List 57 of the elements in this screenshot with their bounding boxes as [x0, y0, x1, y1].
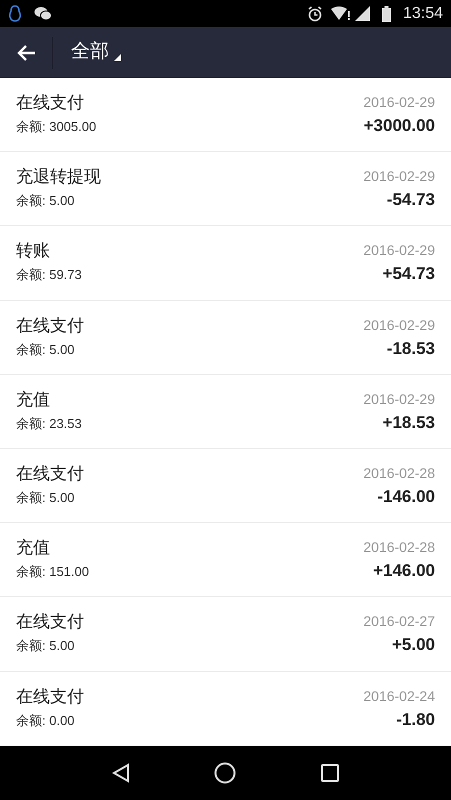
balance-text: 余额: 5.00 — [16, 488, 76, 507]
transaction-date: 2016-02-28 — [363, 538, 435, 558]
transaction-amount: +54.73 — [382, 263, 435, 286]
transaction-date: 2016-02-29 — [363, 390, 435, 409]
balance-text: 余额: 59.73 — [16, 266, 82, 284]
transaction-date: 2016-02-29 — [363, 316, 435, 335]
transaction-date: 2016-02-29 — [363, 167, 435, 186]
transaction-type: 在线支付 — [16, 314, 84, 337]
recents-nav-icon[interactable] — [320, 764, 339, 782]
balance-text: 余额: 0.00 — [16, 712, 76, 730]
transaction-date: 2016-02-27 — [363, 612, 435, 632]
transaction-amount: +5.00 — [392, 634, 435, 656]
back-arrow-icon — [16, 44, 36, 62]
back-nav-icon[interactable] — [112, 763, 130, 783]
transaction-amount: +18.53 — [382, 412, 435, 434]
transaction-amount: +3000.00 — [364, 115, 435, 137]
transaction-row[interactable]: 充值 余额: 151.00 2016-02-28 +146.00 — [0, 523, 451, 598]
balance-text: 余额: 151.00 — [16, 563, 89, 582]
balance-text: 余额: 23.53 — [16, 414, 82, 433]
transaction-amount: -54.73 — [386, 189, 435, 212]
transaction-row[interactable]: 在线支付 余额: 5.00 2016-02-29 -18.53 — [0, 300, 451, 375]
transaction-type: 充退转提现 — [16, 166, 101, 188]
transaction-amount: -18.53 — [386, 338, 435, 360]
battery-icon — [382, 6, 391, 22]
transaction-amount: -146.00 — [377, 486, 435, 508]
transaction-date: 2016-02-29 — [363, 93, 435, 112]
transaction-amount: +146.00 — [373, 560, 435, 582]
transaction-date: 2016-02-24 — [363, 686, 435, 706]
status-time: 13:54 — [402, 4, 443, 24]
wifi-icon — [330, 6, 351, 21]
transaction-row[interactable]: 在线支付 余额: 5.00 2016-02-27 +5.00 — [0, 597, 451, 672]
transaction-type: 在线支付 — [16, 462, 84, 485]
balance-text: 余额: 5.00 — [16, 637, 76, 656]
transaction-type: 充值 — [16, 388, 51, 411]
home-nav-icon[interactable] — [214, 762, 236, 784]
penguin-icon — [8, 5, 22, 22]
transaction-row[interactable]: 充值 余额: 23.53 2016-02-29 +18.53 — [0, 374, 451, 449]
transaction-row[interactable]: 在线支付 余额: 5.00 2016-02-28 -146.00 — [0, 448, 451, 524]
alarm-icon — [306, 6, 323, 22]
chat-bubbles-icon — [34, 6, 52, 21]
transaction-amount: -1.80 — [396, 708, 435, 730]
transaction-row[interactable]: 充退转提现 余额: 5.00 2016-02-29 -54.73 — [0, 152, 451, 226]
transaction-type: 在线支付 — [16, 92, 85, 114]
transaction-row[interactable]: 转账 余额: 59.73 2016-02-29 +54.73 — [0, 226, 451, 301]
transaction-date: 2016-02-28 — [363, 464, 435, 483]
signal-icon — [354, 6, 370, 21]
transaction-row[interactable]: 在线支付 余额: 3005.00 2016-02-29 +3000.00 — [0, 78, 451, 152]
transaction-type: 在线支付 — [16, 686, 84, 708]
transaction-type: 充值 — [16, 537, 51, 560]
filter-dropdown[interactable]: 全部 — [71, 38, 121, 67]
dropdown-triangle-icon — [114, 54, 121, 61]
balance-text: 余额: 5.00 — [16, 192, 76, 210]
transaction-type: 转账 — [16, 240, 51, 262]
transaction-type: 在线支付 — [16, 611, 84, 634]
balance-text: 余额: 3005.00 — [16, 118, 96, 136]
transaction-date: 2016-02-29 — [363, 241, 435, 260]
balance-text: 余额: 5.00 — [16, 340, 76, 359]
